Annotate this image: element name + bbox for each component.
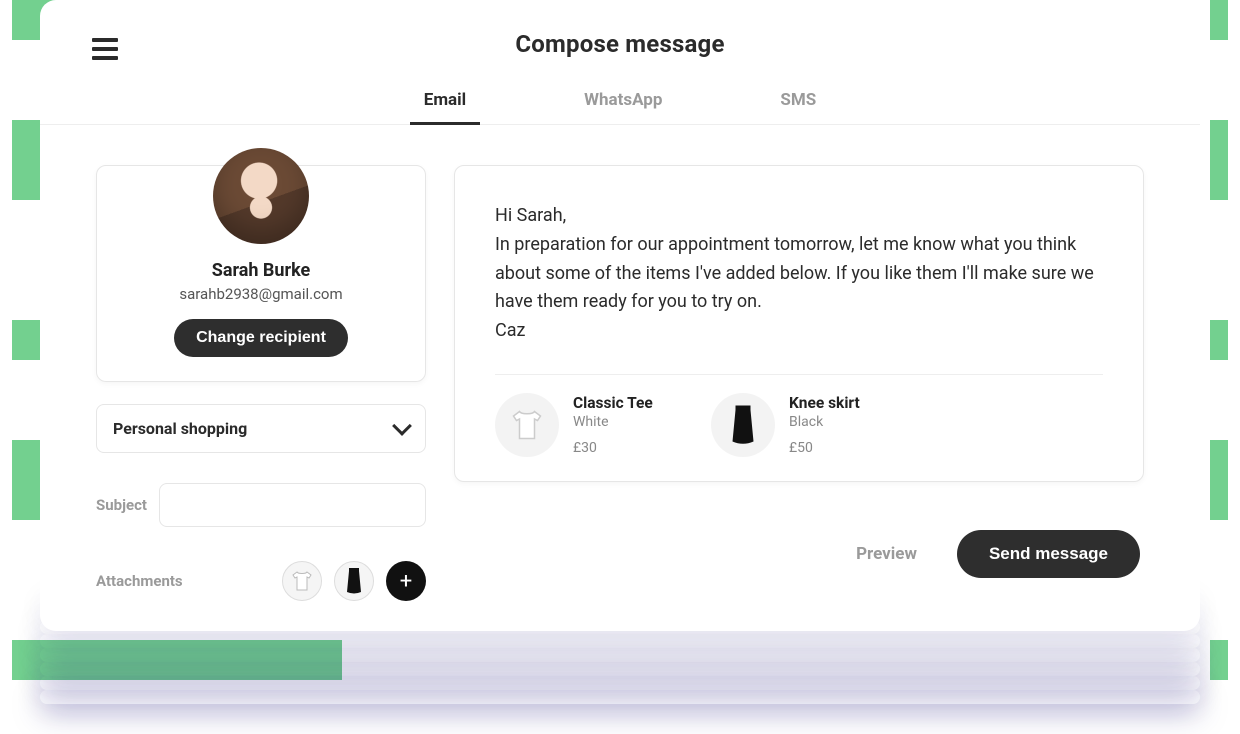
send-message-button[interactable]: Send message [957, 530, 1140, 578]
tab-whatsapp[interactable]: WhatsApp [580, 84, 666, 124]
subject-label: Subject [96, 496, 147, 514]
skirt-icon [731, 405, 755, 445]
product-item: Classic Tee White £30 [495, 393, 685, 457]
subject-input[interactable] [159, 483, 426, 527]
menu-icon[interactable] [92, 38, 118, 60]
recipient-email: sarahb2938@gmail.com [117, 285, 405, 303]
action-row: Preview Send message [454, 530, 1144, 578]
divider [495, 374, 1103, 375]
tab-sms[interactable]: SMS [776, 84, 820, 124]
product-thumb-skirt [711, 393, 775, 457]
tab-email[interactable]: Email [420, 84, 470, 124]
recipient-name: Sarah Burke [117, 260, 405, 281]
preview-button[interactable]: Preview [856, 544, 917, 564]
product-item: Knee skirt Black £50 [711, 393, 901, 457]
product-name: Classic Tee [573, 394, 653, 412]
recipient-card: Sarah Burke sarahb2938@gmail.com Change … [96, 165, 426, 382]
plus-icon: + [400, 569, 412, 594]
product-price: £30 [573, 440, 653, 456]
header: Compose message Email WhatsApp SMS [40, 0, 1200, 125]
product-variant: Black [789, 414, 860, 430]
product-list: Classic Tee White £30 Knee skirt [495, 393, 1103, 457]
product-name: Knee skirt [789, 394, 860, 412]
chevron-down-icon [392, 416, 412, 436]
skirt-icon [346, 568, 362, 594]
product-thumb-tee [495, 393, 559, 457]
change-recipient-button[interactable]: Change recipient [174, 319, 348, 357]
avatar [213, 148, 309, 244]
tshirt-icon [290, 569, 314, 593]
message-body: Hi Sarah, In preparation for our appoint… [495, 202, 1103, 346]
attachments-label: Attachments [96, 572, 183, 590]
attachment-thumb-tee[interactable] [282, 561, 322, 601]
product-price: £50 [789, 440, 860, 456]
page-title: Compose message [40, 30, 1200, 58]
category-select[interactable]: Personal shopping [96, 404, 426, 453]
channel-tabs: Email WhatsApp SMS [40, 84, 1200, 125]
tshirt-icon [509, 407, 545, 443]
compose-card: Compose message Email WhatsApp SMS Sarah… [40, 0, 1200, 631]
message-preview: Hi Sarah, In preparation for our appoint… [454, 165, 1144, 482]
attachment-thumb-skirt[interactable] [334, 561, 374, 601]
product-variant: White [573, 414, 653, 430]
add-attachment-button[interactable]: + [386, 561, 426, 601]
category-select-value: Personal shopping [113, 419, 247, 438]
